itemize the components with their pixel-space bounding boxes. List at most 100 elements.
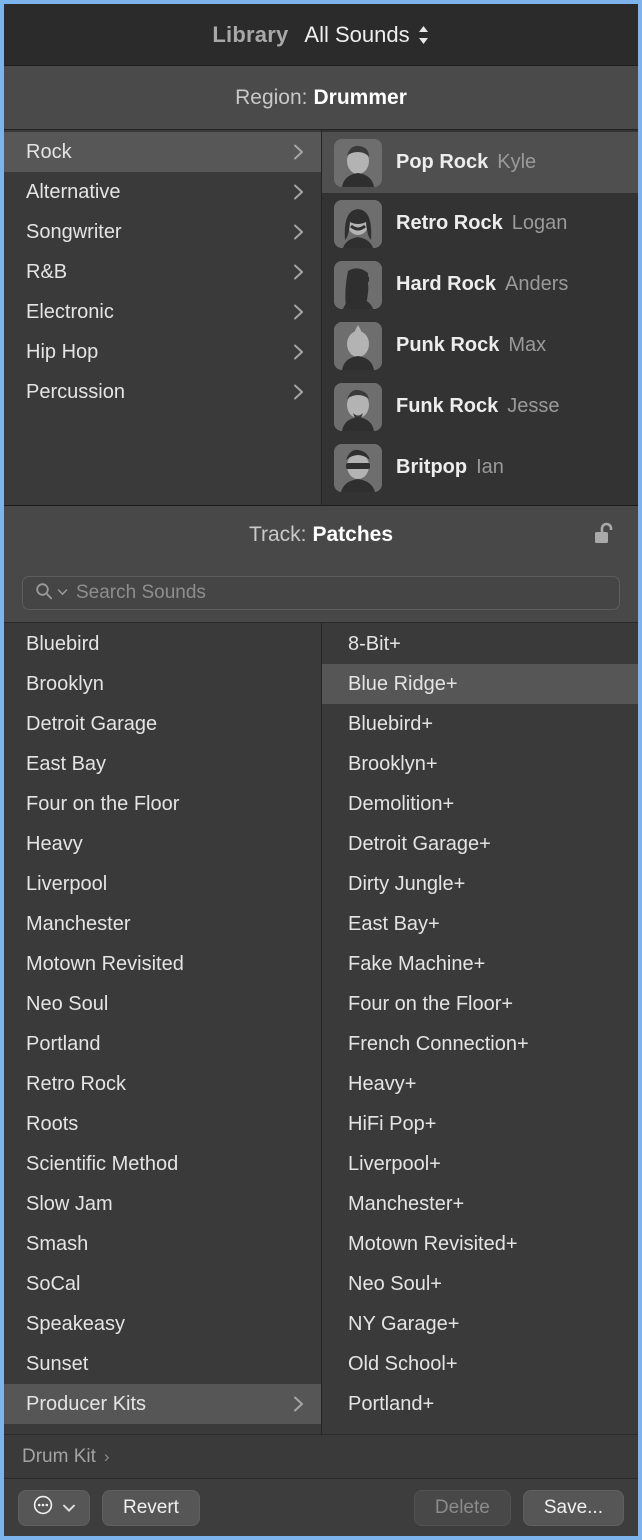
- patch-label: Blue Ridge+: [348, 672, 458, 695]
- drummer-labels: Retro Rock Logan: [396, 212, 567, 235]
- patch-label: Manchester: [26, 912, 131, 935]
- drummer-item-logan[interactable]: Retro Rock Logan: [322, 193, 638, 254]
- drummer-name: Kyle: [497, 151, 537, 173]
- patch-plus-item-manchester-[interactable]: Manchester+: [322, 1184, 638, 1224]
- chevron-right-icon: [291, 302, 307, 322]
- drummer-item-jesse[interactable]: Funk Rock Jesse: [322, 376, 638, 437]
- patch-plus-item-old-school-[interactable]: Old School+: [322, 1344, 638, 1384]
- genre-item-hip-hop[interactable]: Hip Hop: [4, 332, 321, 372]
- patch-item-brooklyn[interactable]: Brooklyn: [4, 664, 321, 704]
- patch-label: French Connection+: [348, 1032, 529, 1055]
- patch-plus-item-dirty-jungle-[interactable]: Dirty Jungle+: [322, 864, 638, 904]
- patch-label: Slow Jam: [26, 1192, 113, 1215]
- patch-label: Brooklyn+: [348, 752, 438, 775]
- genre-list[interactable]: Rock Alternative Songwriter R&B Electron…: [4, 130, 322, 505]
- patch-list-left[interactable]: Bluebird Brooklyn Detroit Garage East Ba…: [4, 623, 322, 1434]
- chevron-right-icon: [291, 142, 307, 162]
- drummer-labels: Pop Rock Kyle: [396, 151, 536, 174]
- genre-item-alternative[interactable]: Alternative: [4, 172, 321, 212]
- genre-item-percussion[interactable]: Percussion: [4, 372, 321, 412]
- patch-plus-item-portland-[interactable]: Portland+: [322, 1384, 638, 1424]
- genre-label: Songwriter: [26, 220, 122, 243]
- patch-plus-item-fake-machine-[interactable]: Fake Machine+: [322, 944, 638, 984]
- patch-plus-item-motown-revisited-[interactable]: Motown Revisited+: [322, 1224, 638, 1264]
- region-bar: Region: Drummer: [4, 66, 638, 130]
- patch-plus-item-liverpool-[interactable]: Liverpool+: [322, 1144, 638, 1184]
- patch-item-manchester[interactable]: Manchester: [4, 904, 321, 944]
- patch-item-retro-rock[interactable]: Retro Rock: [4, 1064, 321, 1104]
- patch-plus-item-neo-soul-[interactable]: Neo Soul+: [322, 1264, 638, 1304]
- patch-item-east-bay[interactable]: East Bay: [4, 744, 321, 784]
- patch-item-sunset[interactable]: Sunset: [4, 1344, 321, 1384]
- genre-item-songwriter[interactable]: Songwriter: [4, 212, 321, 252]
- patch-item-bluebird[interactable]: Bluebird: [4, 624, 321, 664]
- patch-label: Roots: [26, 1112, 79, 1135]
- patch-label: East Bay+: [348, 912, 440, 935]
- patch-item-producer-kits[interactable]: Producer Kits: [4, 1384, 321, 1424]
- patch-item-neo-soul[interactable]: Neo Soul: [4, 984, 321, 1024]
- patch-plus-item-french-connection-[interactable]: French Connection+: [322, 1024, 638, 1064]
- search-icon: [35, 582, 53, 605]
- top-browser: Rock Alternative Songwriter R&B Electron…: [4, 130, 638, 506]
- patch-list-right[interactable]: 8-Bit+ Blue Ridge+ Bluebird+ Brooklyn+ D…: [322, 623, 638, 1434]
- patch-label: Scientific Method: [26, 1152, 179, 1175]
- patch-plus-item-brooklyn-[interactable]: Brooklyn+: [322, 744, 638, 784]
- patch-item-roots[interactable]: Roots: [4, 1104, 321, 1144]
- patch-item-smash[interactable]: Smash: [4, 1224, 321, 1264]
- patch-plus-item-detroit-garage-[interactable]: Detroit Garage+: [322, 824, 638, 864]
- avatar-kyle-avatar: [334, 138, 382, 187]
- chevron-right-icon: [291, 1394, 307, 1414]
- patch-plus-item-demolition-[interactable]: Demolition+: [322, 784, 638, 824]
- patch-label: Four on the Floor+: [348, 992, 514, 1015]
- search-input[interactable]: Search Sounds: [22, 576, 620, 610]
- patch-item-portland[interactable]: Portland: [4, 1024, 321, 1064]
- drummer-item-ian[interactable]: Britpop Ian: [322, 437, 638, 498]
- sound-set-popup-button[interactable]: All Sounds: [304, 22, 429, 48]
- drummer-list[interactable]: Pop Rock Kyle Retro Rock Logan Hard Rock…: [322, 130, 638, 505]
- drummer-labels: Punk Rock Max: [396, 334, 546, 357]
- drummer-item-max[interactable]: Punk Rock Max: [322, 315, 638, 376]
- drummer-item-kyle[interactable]: Pop Rock Kyle: [322, 132, 638, 193]
- drummer-style: Retro Rock: [396, 212, 503, 234]
- patch-label: Motown Revisited+: [348, 1232, 518, 1255]
- patch-plus-item-ny-garage-[interactable]: NY Garage+: [322, 1304, 638, 1344]
- patch-label: SoCal: [26, 1272, 81, 1295]
- action-menu-button[interactable]: [18, 1489, 90, 1526]
- patch-plus-item-hifi-pop-[interactable]: HiFi Pop+: [322, 1104, 638, 1144]
- patch-plus-item-four-on-the-floor-[interactable]: Four on the Floor+: [322, 984, 638, 1024]
- patch-item-four-on-the-floor[interactable]: Four on the Floor: [4, 784, 321, 824]
- patch-plus-item-blue-ridge-[interactable]: Blue Ridge+: [322, 664, 638, 704]
- patch-plus-item-bluebird-[interactable]: Bluebird+: [322, 704, 638, 744]
- patch-item-heavy[interactable]: Heavy: [4, 824, 321, 864]
- patch-item-liverpool[interactable]: Liverpool: [4, 864, 321, 904]
- patch-label: Heavy: [26, 832, 83, 855]
- genre-item-electronic[interactable]: Electronic: [4, 292, 321, 332]
- breadcrumb[interactable]: Drum Kit ›: [4, 1434, 638, 1478]
- patch-plus-item-8-bit-[interactable]: 8-Bit+: [322, 624, 638, 664]
- patch-plus-item-heavy-[interactable]: Heavy+: [322, 1064, 638, 1104]
- genre-label: Rock: [26, 140, 72, 163]
- patch-item-speakeasy[interactable]: Speakeasy: [4, 1304, 321, 1344]
- delete-button[interactable]: Delete: [413, 1489, 511, 1526]
- patch-item-detroit-garage[interactable]: Detroit Garage: [4, 704, 321, 744]
- footer-toolbar: Revert Delete Save...: [4, 1478, 638, 1536]
- search-menu-chevron-down-icon[interactable]: [57, 584, 68, 602]
- save-button[interactable]: Save...: [522, 1489, 624, 1526]
- drummer-item-anders[interactable]: Hard Rock Anders: [322, 254, 638, 315]
- unlocked-padlock-icon[interactable]: [588, 518, 622, 552]
- drummer-style: Pop Rock: [396, 151, 489, 173]
- revert-button[interactable]: Revert: [102, 1489, 200, 1526]
- patch-item-scientific-method[interactable]: Scientific Method: [4, 1144, 321, 1184]
- genre-label: Hip Hop: [26, 340, 99, 363]
- patch-plus-item-east-bay-[interactable]: East Bay+: [322, 904, 638, 944]
- patch-label: Four on the Floor: [26, 792, 180, 815]
- patch-item-motown-revisited[interactable]: Motown Revisited: [4, 944, 321, 984]
- library-header: Library All Sounds: [4, 4, 638, 66]
- genre-label: Alternative: [26, 180, 121, 203]
- patch-item-socal[interactable]: SoCal: [4, 1264, 321, 1304]
- track-value: Patches: [312, 523, 394, 546]
- patch-item-slow-jam[interactable]: Slow Jam: [4, 1184, 321, 1224]
- genre-item-r-b[interactable]: R&B: [4, 252, 321, 292]
- genre-item-rock[interactable]: Rock: [4, 132, 321, 172]
- patch-label: Smash: [26, 1232, 89, 1255]
